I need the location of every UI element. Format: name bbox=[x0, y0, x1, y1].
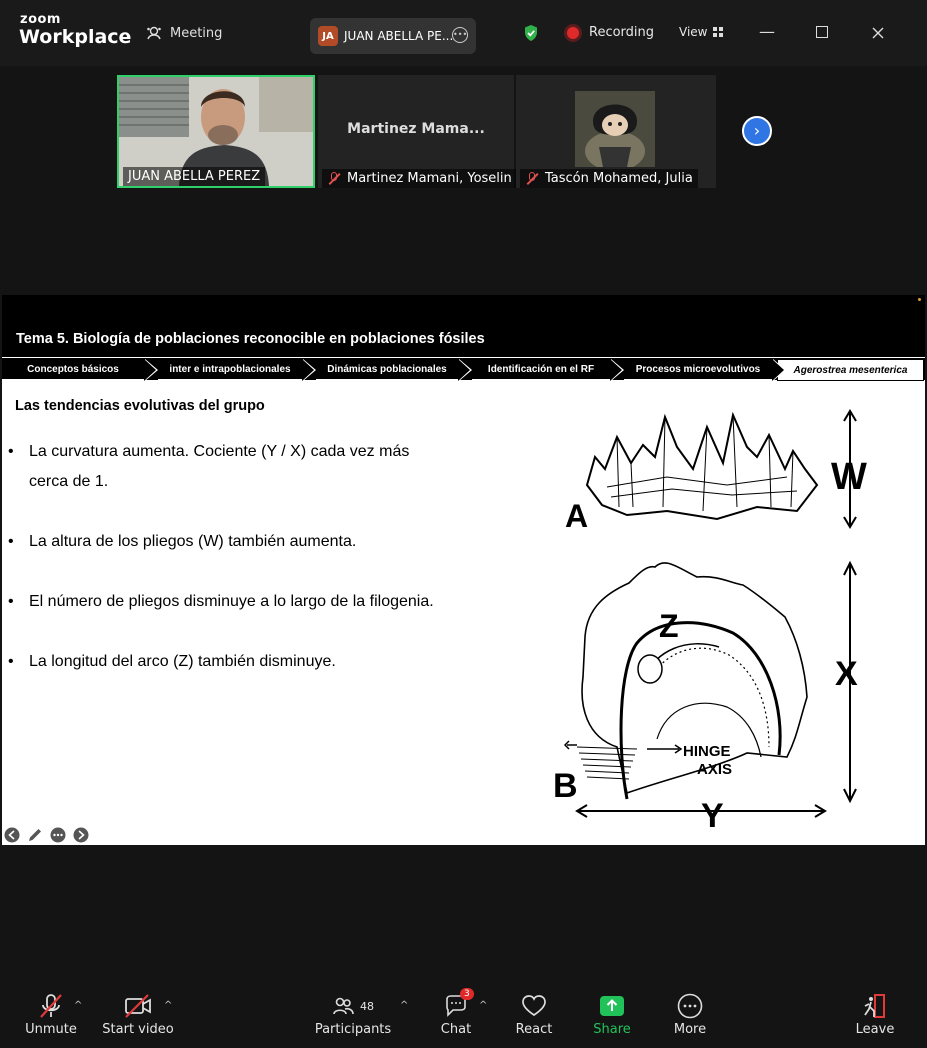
share-label: Share bbox=[593, 1022, 631, 1037]
nav-inter-intrapoblacionales: inter e intrapoblacionales bbox=[158, 359, 316, 381]
chat-options-caret-icon[interactable]: ^ bbox=[479, 1000, 487, 1011]
bullet-item: La curvatura aumenta. Cociente (Y / X) c… bbox=[8, 437, 449, 497]
more-label: More bbox=[673, 1022, 707, 1037]
participant-name-label: Tascón Mohamed, Julia bbox=[520, 169, 698, 188]
muted-mic-icon bbox=[327, 171, 341, 186]
meeting-label: Meeting bbox=[170, 25, 223, 41]
participant-avatar-image bbox=[575, 91, 655, 167]
video-off-icon bbox=[125, 994, 151, 1018]
participants-count: 48 bbox=[360, 999, 374, 1013]
muted-mic-icon bbox=[40, 994, 62, 1018]
view-label: View bbox=[679, 25, 708, 39]
next-page-arrow-icon[interactable]: › bbox=[742, 116, 772, 146]
nav-identificacion-rf: Identificación en el RF bbox=[472, 359, 624, 381]
bullet-item: La altura de los pliegos (W) también aum… bbox=[8, 527, 488, 557]
more-dots-icon bbox=[677, 993, 703, 1019]
label-x: X bbox=[835, 655, 858, 693]
audio-options-caret-icon[interactable]: ^ bbox=[74, 1000, 82, 1011]
participants-options-caret-icon[interactable]: ^ bbox=[400, 1000, 408, 1011]
meeting-info-button[interactable]: Meeting bbox=[146, 25, 222, 41]
nav-conceptos-basicos: Conceptos básicos bbox=[2, 359, 158, 381]
share-button[interactable]: Share bbox=[572, 990, 652, 1037]
recording-indicator[interactable]: Recording bbox=[567, 25, 654, 40]
start-video-label: Start video bbox=[102, 1022, 174, 1037]
leave-label: Leave bbox=[855, 1022, 895, 1037]
shared-screen: Tema 5. Biología de poblaciones reconoci… bbox=[2, 295, 925, 845]
label-z: Z bbox=[659, 608, 679, 644]
unmute-label: Unmute bbox=[25, 1022, 77, 1037]
view-button[interactable]: View bbox=[679, 25, 724, 39]
slide-controls bbox=[4, 827, 89, 843]
chat-button[interactable]: 3 Chat bbox=[416, 988, 496, 1037]
oyster-fossil-figure: A W HINGE AXIS Z B X Y bbox=[553, 409, 867, 835]
video-tile-tascon[interactable]: Tascón Mohamed, Julia bbox=[516, 75, 716, 188]
meeting-icon bbox=[147, 26, 161, 40]
label-axis: AXIS bbox=[697, 761, 732, 778]
nav-procesos-microevolutivos: Procesos microevolutivos bbox=[624, 359, 786, 381]
encryption-shield-icon[interactable] bbox=[523, 24, 539, 42]
bullet-item: El número de pliegos disminuye a lo larg… bbox=[8, 587, 488, 617]
leave-door-icon bbox=[864, 994, 885, 1018]
previous-slide-icon[interactable] bbox=[4, 827, 20, 843]
slide-title: Tema 5. Biología de poblaciones reconoci… bbox=[16, 331, 485, 347]
recording-label: Recording bbox=[589, 25, 655, 40]
maximize-icon[interactable] bbox=[816, 26, 828, 38]
participants-label: Participants bbox=[314, 1022, 392, 1037]
label-y: Y bbox=[701, 797, 724, 835]
label-hinge: HINGE bbox=[683, 743, 731, 760]
slide-subtitle: Las tendencias evolutivas del grupo bbox=[15, 398, 265, 414]
label-w: W bbox=[831, 456, 867, 498]
video-tile-juan[interactable]: JUAN ABELLA PEREZ bbox=[117, 75, 315, 188]
participants-button[interactable]: 48 Participants bbox=[313, 990, 393, 1037]
leave-button[interactable]: Leave bbox=[835, 990, 915, 1037]
share-screen-icon bbox=[600, 996, 624, 1016]
host-name: JUAN ABELLA PE... bbox=[344, 29, 454, 43]
bullet-item: La longitud del arco (Z) también disminu… bbox=[8, 647, 488, 677]
start-video-button[interactable]: Start video bbox=[98, 990, 178, 1037]
chat-unread-badge: 3 bbox=[460, 988, 474, 1000]
more-button[interactable]: More bbox=[650, 990, 730, 1037]
participant-name-label: JUAN ABELLA PEREZ bbox=[123, 167, 266, 186]
more-options-icon[interactable]: ••• bbox=[452, 27, 468, 43]
grid-view-icon bbox=[713, 27, 724, 37]
pen-icon[interactable] bbox=[27, 827, 43, 843]
minimize-icon[interactable]: — bbox=[759, 22, 775, 41]
next-slide-icon[interactable] bbox=[73, 827, 89, 843]
react-label: React bbox=[515, 1022, 553, 1037]
nav-dinamicas-poblacionales: Dinámicas poblacionales bbox=[316, 359, 472, 381]
unmute-button[interactable]: Unmute bbox=[11, 990, 91, 1037]
chat-label: Chat bbox=[440, 1022, 472, 1037]
recording-dot-icon bbox=[567, 26, 579, 39]
activity-dot bbox=[918, 298, 921, 301]
nav-agerostrea-mesenterica: Agerostrea mesenterica bbox=[777, 359, 924, 381]
bullet-list: La curvatura aumenta. Cociente (Y / X) c… bbox=[8, 437, 488, 707]
muted-mic-icon bbox=[525, 171, 539, 186]
participant-name-label: Martinez Mamani, Yoselin bbox=[322, 169, 517, 188]
more-options-icon[interactable] bbox=[50, 827, 66, 843]
slide-nav-bar: Conceptos básicos inter e intrapoblacion… bbox=[2, 358, 925, 381]
close-icon[interactable] bbox=[872, 27, 884, 39]
host-avatar: JA bbox=[318, 26, 338, 46]
label-b: B bbox=[553, 767, 578, 805]
slide-header-band bbox=[2, 295, 925, 357]
heart-icon bbox=[522, 995, 546, 1017]
video-options-caret-icon[interactable]: ^ bbox=[164, 1000, 172, 1011]
participant-display-name: Martinez Mama... bbox=[347, 121, 485, 137]
zoom-logo: zoom bbox=[20, 12, 61, 27]
workplace-logo: Workplace bbox=[19, 26, 132, 48]
label-a: A bbox=[565, 498, 588, 534]
active-speaker-pill[interactable]: JA JUAN ABELLA PE... ••• bbox=[310, 18, 476, 54]
participants-icon bbox=[333, 997, 354, 1015]
react-button[interactable]: React bbox=[494, 990, 574, 1037]
video-tile-martinez[interactable]: Martinez Mama... Martinez Mamani, Yoseli… bbox=[318, 75, 517, 188]
